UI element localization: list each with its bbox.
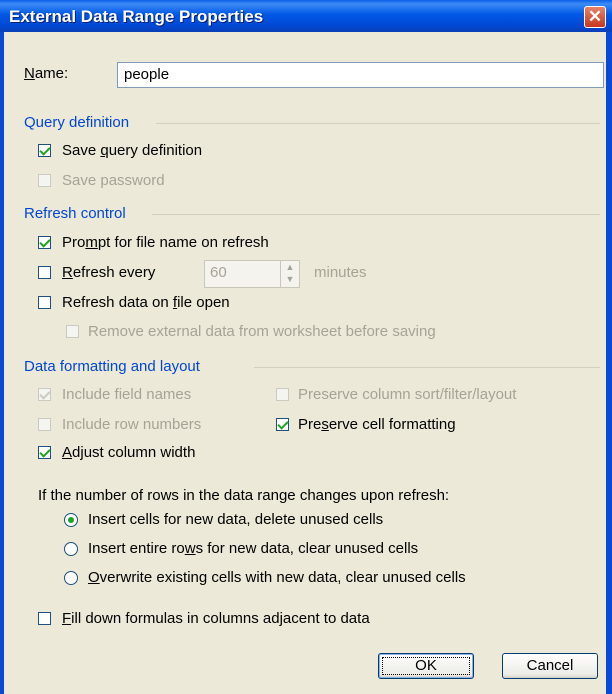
- include-row-numbers-checkbox[interactable]: [38, 418, 51, 431]
- preserve-cell-formatting-label[interactable]: Preserve cell formatting: [298, 416, 456, 434]
- title-bar[interactable]: External Data Range Properties ✕: [0, 0, 612, 32]
- refresh-on-open-label[interactable]: Refresh data on file open: [62, 294, 230, 312]
- cancel-button[interactable]: Cancel: [502, 653, 598, 679]
- fill-down-formulas-label[interactable]: Fill down formulas in columns adjacent t…: [62, 610, 370, 628]
- close-icon: ✕: [587, 7, 603, 26]
- preserve-sort-label[interactable]: Preserve column sort/filter/layout: [298, 386, 516, 404]
- window-frame-left: [0, 32, 4, 694]
- insert-cells-label[interactable]: Insert cells for new data, delete unused…: [88, 511, 383, 529]
- include-row-numbers-label[interactable]: Include row numbers: [62, 416, 201, 434]
- spinner-arrows-icon[interactable]: ▲ ▼: [280, 261, 299, 287]
- adjust-column-width-checkbox[interactable]: [38, 446, 51, 459]
- save-password-checkbox[interactable]: [38, 174, 51, 187]
- data-formatting-separator: [254, 367, 600, 368]
- dialog-title: External Data Range Properties: [9, 7, 264, 26]
- name-input[interactable]: people: [117, 62, 604, 88]
- include-field-names-label[interactable]: Include field names: [62, 386, 191, 404]
- insert-rows-label[interactable]: Insert entire rows for new data, clear u…: [88, 540, 418, 558]
- refresh-every-label[interactable]: Refresh every: [62, 264, 155, 282]
- name-label: Name:: [24, 65, 69, 82]
- rows-change-question: If the number of rows in the data range …: [38, 487, 450, 504]
- overwrite-cells-radio[interactable]: [64, 571, 78, 585]
- insert-rows-radio[interactable]: [64, 542, 78, 556]
- overwrite-cells-label[interactable]: Overwrite existing cells with new data, …: [88, 569, 466, 587]
- focus-rectangle: [382, 657, 470, 675]
- refresh-minutes-value: 60: [210, 264, 227, 281]
- refresh-minutes-spinner[interactable]: 60 ▲ ▼: [204, 260, 300, 288]
- save-query-checkbox[interactable]: [38, 144, 51, 157]
- query-definition-separator: [156, 123, 600, 124]
- refresh-control-header: Refresh control: [24, 205, 126, 222]
- cancel-label: Cancel: [526, 657, 574, 674]
- refresh-on-open-checkbox[interactable]: [38, 296, 51, 309]
- dialog-window: External Data Range Properties ✕ Name: p…: [0, 0, 612, 694]
- data-formatting-header: Data formatting and layout: [24, 358, 200, 375]
- close-button[interactable]: ✕: [584, 6, 606, 28]
- prompt-file-name-checkbox[interactable]: [38, 236, 51, 249]
- include-field-names-checkbox[interactable]: [38, 388, 51, 401]
- minutes-label: minutes: [314, 264, 367, 281]
- preserve-sort-checkbox[interactable]: [276, 388, 289, 401]
- window-frame-right: [606, 32, 612, 694]
- insert-cells-radio[interactable]: [64, 513, 78, 527]
- preserve-cell-formatting-checkbox[interactable]: [276, 418, 289, 431]
- refresh-every-checkbox[interactable]: [38, 266, 51, 279]
- adjust-column-width-label[interactable]: Adjust column width: [62, 444, 195, 462]
- save-password-label[interactable]: Save password: [62, 172, 165, 190]
- query-definition-header: Query definition: [24, 114, 130, 131]
- prompt-file-name-label[interactable]: Prompt for file name on refresh: [62, 234, 269, 252]
- ok-button[interactable]: OK: [378, 653, 474, 679]
- fill-down-formulas-checkbox[interactable]: [38, 612, 51, 625]
- remove-external-data-checkbox[interactable]: [66, 325, 79, 338]
- remove-external-data-label[interactable]: Remove external data from worksheet befo…: [88, 323, 436, 341]
- save-query-label[interactable]: Save query definition: [62, 142, 202, 160]
- refresh-control-separator: [152, 214, 600, 215]
